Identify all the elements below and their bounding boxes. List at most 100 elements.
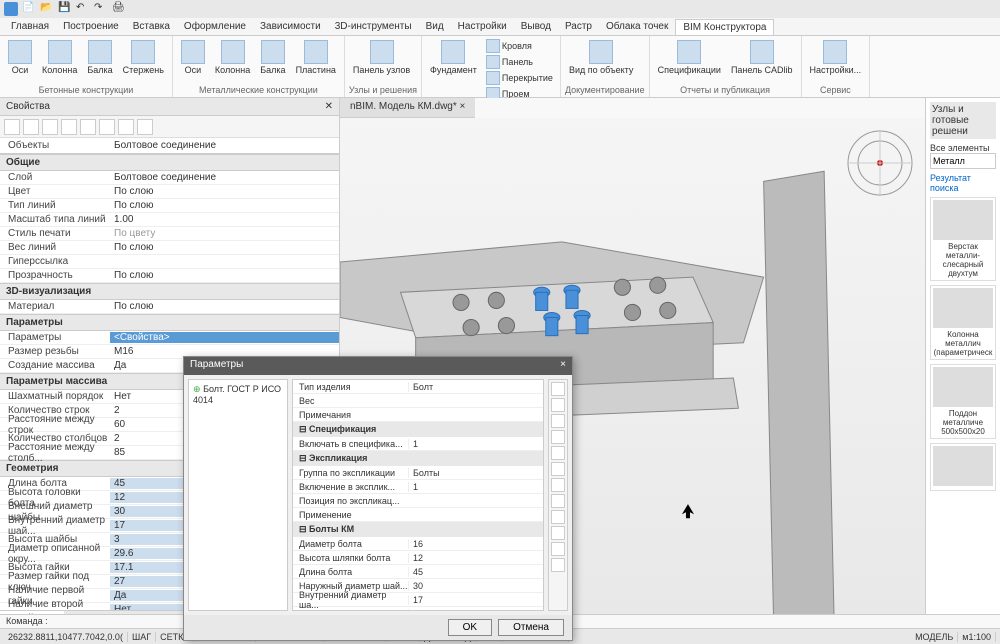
status-model[interactable]: МОДЕЛЬ xyxy=(911,632,958,642)
menu-Главная[interactable]: Главная xyxy=(4,19,56,34)
prop-row[interactable]: СлойБолтовое соединение xyxy=(0,171,339,185)
ok-button[interactable]: OK xyxy=(448,619,492,636)
menu-Оформление[interactable]: Оформление xyxy=(177,19,253,34)
undo-icon[interactable]: ↶ xyxy=(76,2,90,16)
sidebar-tool[interactable] xyxy=(551,494,565,508)
menu-Вид[interactable]: Вид xyxy=(419,19,451,34)
prop-row[interactable]: Гиперссылка xyxy=(0,255,339,269)
dialog-titlebar[interactable]: Параметры × xyxy=(184,357,572,375)
toolbar-btn[interactable] xyxy=(61,119,77,135)
all-elements-label[interactable]: Все элементы xyxy=(930,143,996,153)
prop-section[interactable]: Параметры xyxy=(0,314,339,331)
close-icon[interactable]: ✕ xyxy=(325,101,333,112)
prop-section[interactable]: 3D-визуализация xyxy=(0,283,339,300)
dialog-prop-row[interactable]: Примечания xyxy=(293,408,543,422)
sidebar-tool[interactable] xyxy=(551,398,565,412)
toolbar-btn[interactable] xyxy=(80,119,96,135)
ribbon-Панель узлов[interactable]: Панель узлов xyxy=(349,38,414,77)
ribbon-Оси[interactable]: Оси xyxy=(177,38,209,77)
catalog-item[interactable]: Колонна металлич (параметрическ xyxy=(930,285,996,360)
dialog-prop-row[interactable]: Позиция по экспликац... xyxy=(293,494,543,508)
dialog-prop-row[interactable]: Диаметр описанной окр...29.6 xyxy=(293,607,543,611)
prop-value[interactable]: По слою xyxy=(110,242,339,253)
print-icon[interactable]: 🖨 xyxy=(112,2,126,16)
prop-row[interactable]: Вес линийПо слою xyxy=(0,241,339,255)
prop-row[interactable]: ПрозрачностьПо слою xyxy=(0,269,339,283)
sidebar-tool[interactable] xyxy=(551,478,565,492)
dialog-prop-row[interactable]: Высота шляпки болта12 xyxy=(293,551,543,565)
toolbar-btn[interactable] xyxy=(42,119,58,135)
dialog-prop-row[interactable]: Включение в эксплик...1 xyxy=(293,480,543,494)
sidebar-tool[interactable] xyxy=(551,526,565,540)
catalog-item[interactable] xyxy=(930,443,996,491)
dialog-prop-row[interactable]: Включать в специфика...1 xyxy=(293,437,543,451)
cancel-button[interactable]: Отмена xyxy=(498,619,564,636)
sidebar-tool[interactable] xyxy=(551,446,565,460)
dialog-prop-row[interactable]: Диаметр болта16 xyxy=(293,537,543,551)
sidebar-tool[interactable] xyxy=(551,382,565,396)
prop-row[interactable]: Масштаб типа линий1.00 xyxy=(0,213,339,227)
sidebar-tool[interactable] xyxy=(551,414,565,428)
dialog-section[interactable]: ⊟ Болты КМ xyxy=(293,522,543,537)
prop-row[interactable]: Стиль печатиПо цвету xyxy=(0,227,339,241)
sidebar-tool[interactable] xyxy=(551,542,565,556)
new-icon[interactable]: 📄 xyxy=(22,2,36,16)
prop-row[interactable]: Тип линийПо слою xyxy=(0,199,339,213)
toolbar-btn[interactable] xyxy=(23,119,39,135)
open-icon[interactable]: 📂 xyxy=(40,2,54,16)
prop-row[interactable]: МатериалПо слою xyxy=(0,300,339,314)
status-toggle-ШАГ[interactable]: ШАГ xyxy=(128,632,156,642)
ribbon-Настройки...[interactable]: Настройки... xyxy=(806,38,866,77)
prop-value[interactable]: По слою xyxy=(110,270,339,281)
dialog-prop-row[interactable]: Тип изделияБолт xyxy=(293,380,543,394)
menu-Растр[interactable]: Растр xyxy=(558,19,599,34)
ribbon-Колонна[interactable]: Колонна xyxy=(38,38,81,77)
ribbon-Балка[interactable]: Балка xyxy=(256,38,289,77)
toolbar-btn[interactable] xyxy=(137,119,153,135)
ribbon-Кровля[interactable]: Кровля xyxy=(483,38,556,54)
ribbon-Панель[interactable]: Панель xyxy=(483,54,556,70)
prop-value[interactable]: По цвету xyxy=(110,228,339,239)
menu-BIM Конструктора[interactable]: BIM Конструктора xyxy=(675,19,774,35)
navigation-cube[interactable] xyxy=(845,128,915,198)
catalog-item[interactable]: Поддон металличе 500х500х20 xyxy=(930,364,996,439)
dialog-tree[interactable]: ⊕ Болт. ГОСТ Р ИСО 4014 xyxy=(188,379,288,611)
sidebar-tool[interactable] xyxy=(551,558,565,572)
menu-Вставка[interactable]: Вставка xyxy=(126,19,177,34)
close-tab-icon[interactable]: × xyxy=(460,101,466,112)
status-scale[interactable]: м1:100 xyxy=(958,632,996,642)
object-type-value[interactable]: Болтовое соединение xyxy=(110,140,339,151)
prop-row[interactable]: Параметры<Свойства> xyxy=(0,331,339,345)
prop-section[interactable]: Общие xyxy=(0,154,339,171)
sidebar-tool[interactable] xyxy=(551,510,565,524)
prop-row[interactable]: ЦветПо слою xyxy=(0,185,339,199)
ribbon-Спецификации[interactable]: Спецификации xyxy=(654,38,725,77)
prop-value[interactable]: 1.00 xyxy=(110,214,339,225)
catalog-item[interactable]: Верстак металли-слесарный двухтум xyxy=(930,197,996,281)
tree-item[interactable]: Болт. ГОСТ Р ИСО 4014 xyxy=(193,384,281,405)
dialog-prop-row[interactable]: Длина болта45 xyxy=(293,565,543,579)
redo-icon[interactable]: ↷ xyxy=(94,2,108,16)
document-tab[interactable]: nBIM. Модель КМ.dwg* × xyxy=(340,98,475,118)
ribbon-Пластина[interactable]: Пластина xyxy=(292,38,340,77)
dialog-section[interactable]: ⊟ Экспликация xyxy=(293,451,543,466)
ribbon-Балка[interactable]: Балка xyxy=(83,38,116,77)
ribbon-Панель CADlib[interactable]: Панель CADlib xyxy=(727,38,797,77)
prop-value[interactable]: По слою xyxy=(110,301,339,312)
ribbon-Колонна[interactable]: Колонна xyxy=(211,38,254,77)
sidebar-tool[interactable] xyxy=(551,430,565,444)
menu-Зависимости[interactable]: Зависимости xyxy=(253,19,328,34)
ribbon-Вид по объекту[interactable]: Вид по объекту xyxy=(565,38,637,77)
menu-Вывод[interactable]: Вывод xyxy=(514,19,558,34)
dialog-prop-row[interactable]: Вес xyxy=(293,394,543,408)
toolbar-btn[interactable] xyxy=(4,119,20,135)
menu-Настройки[interactable]: Настройки xyxy=(451,19,514,34)
toolbar-btn[interactable] xyxy=(99,119,115,135)
toolbar-btn[interactable] xyxy=(118,119,134,135)
dialog-close-icon[interactable]: × xyxy=(560,359,566,373)
search-input[interactable] xyxy=(930,153,996,169)
menu-Облака точек[interactable]: Облака точек xyxy=(599,19,675,34)
menu-3D-инструменты[interactable]: 3D-инструменты xyxy=(328,19,419,34)
prop-value[interactable]: Болтовое соединение xyxy=(110,172,339,183)
prop-value[interactable]: По слою xyxy=(110,200,339,211)
